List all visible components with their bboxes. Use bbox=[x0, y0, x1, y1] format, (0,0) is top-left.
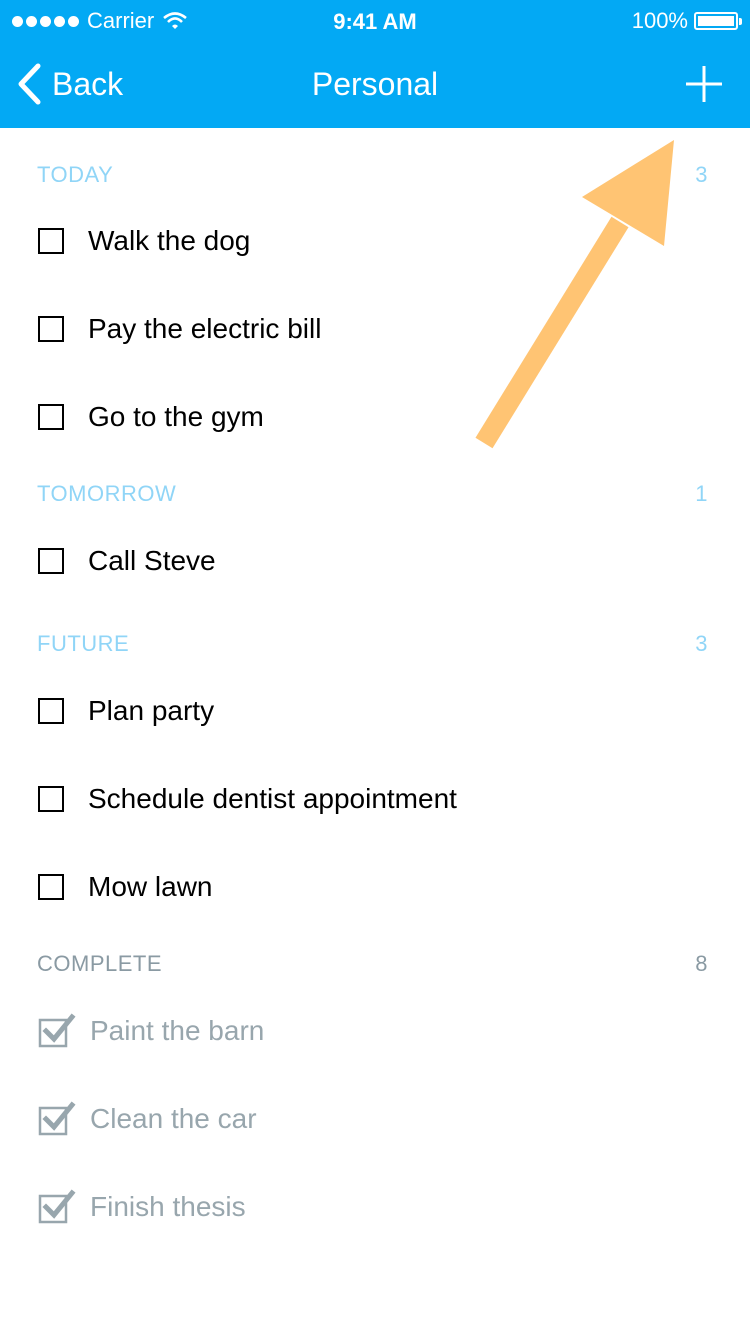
completed-task-item[interactable]: Paint the barn bbox=[38, 1011, 264, 1051]
task-label: Paint the barn bbox=[90, 1015, 265, 1046]
task-label: Mow lawn bbox=[88, 871, 213, 902]
task-item[interactable]: Plan party bbox=[38, 691, 214, 731]
task-item[interactable]: Schedule dentist appointment bbox=[38, 779, 457, 819]
checked-checkbox-icon[interactable] bbox=[38, 1187, 78, 1227]
section-count: 8 bbox=[695, 951, 708, 976]
checkbox[interactable] bbox=[38, 548, 64, 574]
task-label: Plan party bbox=[88, 695, 215, 726]
section-complete-header: COMPLETE 8 bbox=[37, 949, 708, 979]
task-label: Call Steve bbox=[88, 545, 216, 576]
checkbox[interactable] bbox=[38, 786, 64, 812]
section-title: COMPLETE bbox=[37, 951, 163, 976]
section-tomorrow-header: TOMORROW 1 bbox=[37, 479, 708, 509]
section-future-header: FUTURE 3 bbox=[37, 629, 708, 659]
checkbox[interactable] bbox=[38, 698, 64, 724]
task-item[interactable]: Call Steve bbox=[38, 541, 216, 581]
section-count: 1 bbox=[695, 481, 708, 506]
section-title: FUTURE bbox=[37, 631, 130, 656]
section-count: 3 bbox=[695, 631, 708, 656]
completed-task-item[interactable]: Clean the car bbox=[38, 1099, 257, 1139]
checked-checkbox-icon[interactable] bbox=[38, 1099, 78, 1139]
task-item[interactable]: Mow lawn bbox=[38, 867, 212, 907]
task-label: Schedule dentist appointment bbox=[88, 783, 457, 814]
annotation-arrow-icon bbox=[475, 140, 674, 449]
checkbox[interactable] bbox=[38, 874, 64, 900]
task-label: Finish thesis bbox=[90, 1191, 246, 1222]
checked-checkbox-icon[interactable] bbox=[38, 1011, 78, 1051]
completed-task-item[interactable]: Finish thesis bbox=[38, 1187, 246, 1227]
task-label: Clean the car bbox=[90, 1103, 257, 1134]
section-title: TOMORROW bbox=[37, 481, 177, 506]
